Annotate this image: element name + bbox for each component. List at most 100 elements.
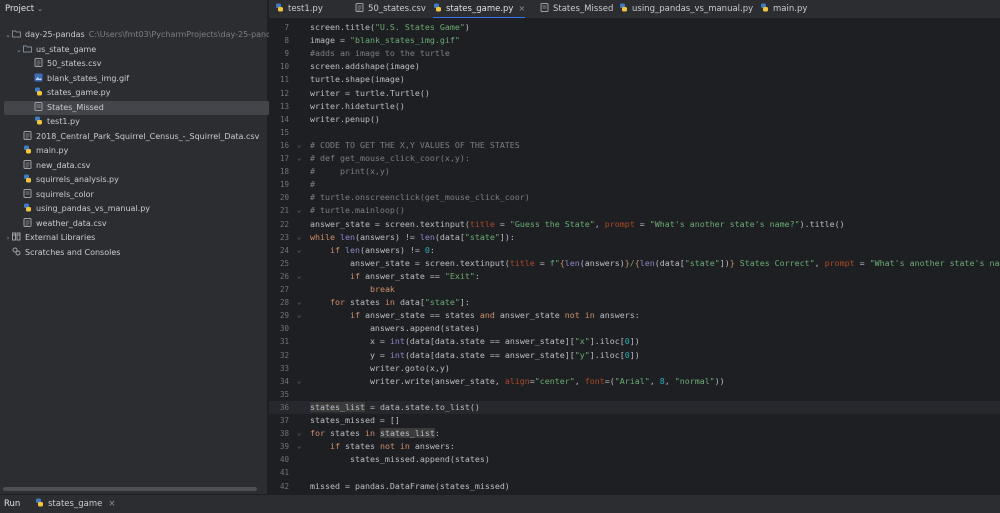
code-token: =: [494, 218, 510, 229]
code-line[interactable]: 22 answer_state = screen.textinput(title …: [269, 218, 1000, 231]
tree-item[interactable]: weather_data.csv: [0, 217, 283, 231]
tree-item[interactable]: new_data.csv: [0, 159, 283, 173]
code-line[interactable]: 28 ⌄ for states in data["state"]:: [269, 296, 1000, 309]
code-line[interactable]: 8 image = "blank_states_img.gif": [269, 34, 1000, 47]
tree-item[interactable]: blank_states_img.gif: [0, 72, 294, 86]
code-line[interactable]: 13 writer.hideturtle(): [269, 100, 1000, 113]
tree-item[interactable]: Scratches and Consoles: [0, 246, 272, 260]
code-line[interactable]: 34 ⌄ writer.write(answer_state, align="ce…: [269, 375, 1000, 388]
code-token: :: [429, 244, 435, 255]
code-line[interactable]: 40 states_missed.append(states): [269, 453, 1000, 466]
fold-icon[interactable]: ⌄: [297, 375, 301, 388]
chevron-down-icon[interactable]: ⌄: [37, 5, 43, 13]
tab-test1-py[interactable]: test1.py: [275, 0, 323, 18]
tab-using-pandas-vs-manual-py[interactable]: using_pandas_vs_manual.py: [619, 0, 753, 18]
code-line[interactable]: 24 ⌄ if len(answers) != 0:: [269, 244, 1000, 257]
tree-item-label: Scratches and Consoles: [25, 247, 121, 257]
fold-icon[interactable]: ⌄: [297, 309, 301, 322]
code-line[interactable]: 21 ⌄ # turtle.mainloop(): [269, 204, 1000, 217]
code-line[interactable]: 27 break: [269, 283, 1000, 296]
fold-icon[interactable]: ⌄: [297, 152, 301, 165]
code-line[interactable]: 31 x = int(data[data.state == answer_sta…: [269, 335, 1000, 348]
tree-item[interactable]: test1.py: [0, 115, 294, 129]
fold-icon[interactable]: ⌄: [297, 427, 301, 440]
code-line[interactable]: 38 ⌄ for states in states_list:: [269, 427, 1000, 440]
tree-item[interactable]: using_pandas_vs_manual.py: [0, 202, 283, 216]
code-token: #adds an image to the turtle: [310, 48, 450, 59]
fold-icon[interactable]: ⌄: [297, 440, 301, 453]
tree-item[interactable]: 2018_Central_Park_Squirrel_Census_-_Squi…: [0, 130, 283, 144]
code-line[interactable]: 10 screen.addshape(image): [269, 60, 1000, 73]
code-line[interactable]: 20 # turtle.onscreenclick(get_mouse_click…: [269, 191, 1000, 204]
code-line[interactable]: 42 missed = pandas.DataFrame(states_misse…: [269, 480, 1000, 493]
project-view-selector[interactable]: Project ⌄: [0, 0, 267, 19]
code-token: while: [310, 231, 340, 242]
code-line[interactable]: 29 ⌄ if answer_state == states and answer…: [269, 309, 1000, 322]
code-line[interactable]: 16 ⌄ # CODE TO GET THE X,Y VALUES OF THE S…: [269, 139, 1000, 152]
code-line[interactable]: 25 answer_state = screen.textinput(title…: [269, 257, 1000, 270]
tree-item[interactable]: 50_states.csv: [0, 57, 294, 71]
fold-icon[interactable]: ⌄: [297, 296, 301, 309]
code-line[interactable]: 23 ⌄ while len(answers) != len(data["state…: [269, 231, 1000, 244]
fold-icon[interactable]: ⌄: [297, 231, 301, 244]
code-line[interactable]: 33 writer.goto(x,y): [269, 362, 1000, 375]
code-line[interactable]: 32 y = int(data[data.state == answer_sta…: [269, 349, 1000, 362]
tree-item[interactable]: States_Missed: [4, 100, 283, 115]
code-line[interactable]: 26 ⌄ if answer_state == "Exit":: [269, 270, 1000, 283]
fold-icon[interactable]: ⌄: [297, 139, 301, 152]
chevron-down-icon[interactable]: ⌄: [4, 28, 12, 42]
code-token: states_list: [310, 401, 365, 412]
code-text: if answer_state == "Exit":: [310, 270, 480, 283]
code-line[interactable]: 14 writer.penup(): [269, 113, 1000, 126]
code-line[interactable]: 39 ⌄ if states not in answers:: [269, 440, 1000, 453]
tab-main-py[interactable]: main.py: [760, 0, 807, 18]
code-text: #adds an image to the turtle: [310, 47, 450, 60]
code-token: if: [349, 310, 365, 321]
code-token: states_list: [379, 428, 435, 439]
code-line[interactable]: 15: [269, 126, 1000, 139]
project-title: Project: [5, 4, 35, 14]
tree-item[interactable]: ⌄ day-25-pandas C:\Users\fmt03\PycharmProj…: [0, 28, 280, 42]
line-number: 15: [279, 127, 289, 137]
code-line[interactable]: 36 states_list = data.state.to_list(): [269, 400, 1000, 414]
code-token: ,: [649, 375, 660, 386]
tree-item[interactable]: states_game.py: [0, 86, 294, 100]
code-line[interactable]: 9 #adds an image to the turtle: [269, 47, 1000, 60]
tab-50-states-csv[interactable]: 50_states.csv: [355, 0, 426, 18]
tree-item[interactable]: ⌄ us_state_game: [0, 43, 283, 57]
code-line[interactable]: 35: [269, 388, 1000, 401]
code-token: =: [534, 257, 550, 268]
tree-item[interactable]: › External Libraries: [0, 231, 272, 245]
code-line[interactable]: 11 turtle.shape(image): [269, 73, 1000, 86]
code-text: image = "blank_states_img.gif": [310, 34, 460, 47]
code-editor[interactable]: 7 screen.title("U.S. States Game") 8 image …: [269, 19, 1000, 494]
tree-item-label: us_state_game: [36, 44, 97, 54]
close-icon[interactable]: ×: [518, 4, 525, 13]
fold-icon[interactable]: ⌄: [297, 244, 301, 257]
code-line[interactable]: 12 writer = turtle.Turtle(): [269, 87, 1000, 100]
tree-item[interactable]: squirrels_color: [0, 188, 283, 202]
fold-icon[interactable]: ⌄: [297, 270, 301, 283]
close-icon[interactable]: ×: [108, 499, 115, 509]
code-line[interactable]: 41: [269, 466, 1000, 479]
run-tab-states-game[interactable]: states_game ×: [35, 495, 115, 513]
horizontal-scrollbar[interactable]: [3, 487, 257, 491]
tab-states-missed[interactable]: States_Missed: [540, 0, 613, 18]
code-text: # turtle.onscreenclick(get_mouse_click_c…: [310, 191, 530, 204]
tab-states-game-py[interactable]: states_game.py ×: [433, 0, 526, 18]
chevron-down-icon[interactable]: ⌄: [15, 43, 23, 57]
chevron-right-icon[interactable]: ›: [4, 231, 12, 245]
tree-item[interactable]: main.py: [0, 144, 283, 158]
code-line[interactable]: 37 states_missed = []: [269, 414, 1000, 427]
editor-tab-bar: test1.py 50_states.csv states_game.py × Stat…: [269, 0, 1000, 19]
code-line[interactable]: 30 answers.append(states): [269, 322, 1000, 335]
code-line[interactable]: 7 screen.title("U.S. States Game"): [269, 21, 1000, 34]
tree-item[interactable]: squirrels_analysis.py: [0, 173, 283, 187]
run-label[interactable]: Run: [4, 495, 20, 513]
code-line[interactable]: 18 # print(x,y): [269, 165, 1000, 178]
code-token: "state": [424, 297, 460, 308]
code-line[interactable]: 19 #: [269, 178, 1000, 191]
code-line[interactable]: 17 ⌄ # def get_mouse_click_coor(x,y):: [269, 152, 1000, 165]
code-token: y =: [310, 349, 390, 360]
fold-icon[interactable]: ⌄: [297, 204, 301, 217]
